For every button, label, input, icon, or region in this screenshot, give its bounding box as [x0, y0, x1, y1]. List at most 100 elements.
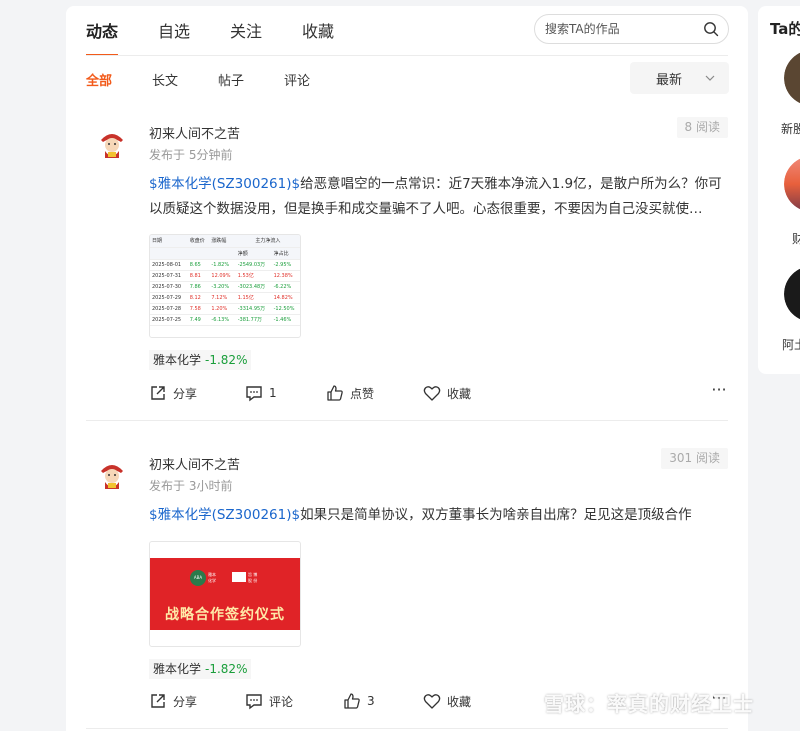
sidebar-user-name[interactable]: 阿土	[782, 336, 800, 353]
search-icon[interactable]	[703, 21, 719, 37]
quote-name: 雅本化学	[153, 662, 202, 676]
search-box[interactable]	[534, 14, 729, 44]
author-name[interactable]: 初来人间不之苦	[149, 454, 240, 473]
like-button[interactable]: 点赞	[326, 384, 374, 402]
table-header: 日期	[150, 235, 188, 248]
filter-all[interactable]: 全部	[86, 70, 112, 89]
table-row: 2025-07-29 8.12 7.12% 1.15亿 14.82%	[150, 292, 300, 304]
favorite-label: 收藏	[447, 386, 472, 401]
filter-posts[interactable]: 帖子	[218, 70, 244, 89]
table-cell: -3023.48万	[235, 281, 272, 293]
comment-button[interactable]: 评论	[245, 692, 293, 710]
quote-change: -1.82%	[205, 353, 248, 367]
table-row: 2025-07-30 7.86 -3.20% -3023.48万 -6.22%	[150, 281, 300, 293]
author-avatar[interactable]	[94, 126, 130, 162]
table-cell: -6.13%	[209, 314, 236, 326]
table-cell: -1.82%	[209, 259, 236, 271]
stock-quote-tag[interactable]: 雅本化学 -1.82%	[149, 350, 252, 370]
favorite-button[interactable]: 收藏	[423, 384, 471, 402]
sort-dropdown[interactable]: 最新	[630, 62, 729, 94]
like-label: 3	[367, 694, 375, 708]
post-divider	[86, 420, 728, 421]
comment-button[interactable]: 1	[245, 384, 277, 402]
post-image[interactable]: 日期 收盘价 涨跌幅 主力净流入 净额 净占比 2025-08-01 8.65 -1…	[149, 234, 301, 338]
post-image[interactable]: ABA 雅本 化学 旨 博股 份 战略合作签约仪式	[149, 541, 301, 647]
comment-label: 1	[269, 386, 277, 400]
sidebar-user-avatar[interactable]	[784, 50, 800, 106]
stock-quote-tag[interactable]: 雅本化学 -1.82%	[149, 659, 252, 679]
main-tabs: 动态 自选 关注 收藏	[86, 22, 374, 56]
sidebar-user-avatar[interactable]	[784, 156, 800, 212]
feed-card: 动态 自选 关注 收藏 全部 长文 帖子 评论 最新 初来人间不之苦 发布于 5…	[66, 6, 748, 731]
sidebar-title: Ta的	[770, 20, 800, 38]
table-cell: 2025-08-01	[150, 259, 188, 271]
chevron-down-icon	[705, 75, 715, 81]
table-cell: 2025-07-25	[150, 314, 188, 326]
comment-label: 评论	[269, 694, 294, 709]
filter-comments[interactable]: 评论	[284, 70, 310, 89]
filter-tabs: 全部 长文 帖子 评论	[86, 70, 350, 89]
table-cell: 2025-07-28	[150, 303, 188, 315]
table-cell: 2025-07-31	[150, 270, 188, 282]
table-header-row: 日期 收盘价 涨跌幅 主力净流入	[150, 235, 300, 248]
xueqiu-logo-icon	[517, 692, 535, 712]
post-body: $雅本化学(SZ300261)$如果只是简单协议，双方董事长为啥亲自出席？足见这…	[149, 503, 729, 528]
table-cell: 8.12	[187, 292, 210, 304]
table-cell: -12.50%	[271, 303, 300, 315]
table-cell: 2025-07-30	[150, 281, 188, 293]
table-cell: -381.77万	[235, 314, 272, 326]
table-header: 涨跌幅	[209, 235, 236, 248]
search-input[interactable]	[545, 22, 695, 36]
share-button[interactable]: 分享	[149, 692, 197, 710]
share-button[interactable]: 分享	[149, 384, 197, 402]
sidebar-user-name[interactable]: 新股	[781, 120, 800, 137]
post-time: 发布于 5分钟前	[149, 148, 233, 162]
author-name[interactable]: 初来人间不之苦	[149, 123, 240, 142]
table-cell: -3.20%	[209, 281, 236, 293]
table-row: 2025-07-25 7.49 -6.13% -381.77万 -1.46%	[150, 314, 300, 326]
thumbs-up-icon	[327, 385, 343, 401]
read-count: 301 阅读	[661, 448, 728, 469]
stock-link[interactable]: $雅本化学(SZ300261)$	[149, 507, 300, 523]
post-actions: 分享 1 点赞 收藏 ···	[149, 382, 729, 406]
stock-link[interactable]: $雅本化学(SZ300261)$	[149, 176, 300, 192]
banner-title: 战略合作签约仪式	[165, 607, 285, 623]
like-label: 点赞	[350, 386, 375, 401]
table-cell: -1.46%	[271, 314, 300, 326]
post-divider	[86, 728, 728, 729]
tab-dynamic[interactable]: 动态	[86, 22, 119, 56]
post-item: 初来人间不之苦 发布于 5分钟前 8 阅读 $雅本化学(SZ300261)$给恶…	[86, 114, 728, 406]
read-count: 8 阅读	[676, 117, 728, 138]
sort-label: 最新	[656, 72, 683, 88]
sidebar-user-name[interactable]: 财	[792, 230, 800, 247]
sidebar-user-avatar[interactable]	[784, 266, 800, 322]
tab-favorites[interactable]: 收藏	[302, 22, 334, 56]
author-avatar[interactable]	[94, 457, 130, 493]
partner-logo-icon	[232, 572, 246, 582]
table-row: 2025-08-01 8.65 -1.82% -2549.03万 -2.95%	[150, 259, 300, 271]
tab-watchlist[interactable]: 自选	[158, 22, 190, 56]
table-row: 2025-07-28 7.58 1.20% -3314.95万 -12.50%	[150, 303, 300, 315]
table-cell: 1.15亿	[235, 292, 272, 304]
table-cell: 8.81	[187, 270, 210, 282]
table-cell: 7.58	[187, 303, 210, 315]
like-button[interactable]: 3	[343, 692, 375, 710]
filter-long-article[interactable]: 长文	[152, 70, 178, 89]
table-cell: -6.22%	[271, 281, 300, 293]
more-options-icon[interactable]: ···	[709, 382, 729, 404]
comment-icon	[246, 386, 262, 402]
favorite-label: 收藏	[447, 694, 472, 709]
tab-following[interactable]: 关注	[230, 22, 262, 56]
share-icon	[151, 694, 165, 708]
table-row: 2025-07-31 8.81 12.09% 1.53亿 12.38%	[150, 270, 300, 282]
share-label: 分享	[173, 694, 198, 709]
post-body: $雅本化学(SZ300261)$给恶意唱空的一点常识：近7天雅本净流入1.9亿，…	[149, 172, 729, 222]
table-cell: 14.82%	[271, 292, 300, 304]
favorite-button[interactable]: 收藏	[423, 692, 471, 710]
table-cell: 12.09%	[209, 270, 236, 282]
thumbs-up-icon	[344, 693, 360, 709]
table-header: 净额	[235, 247, 272, 260]
table-cell: 7.12%	[209, 292, 236, 304]
sidebar-card: Ta的 新股 财 阿土	[758, 6, 800, 374]
aba-logo: ABA	[190, 570, 206, 586]
